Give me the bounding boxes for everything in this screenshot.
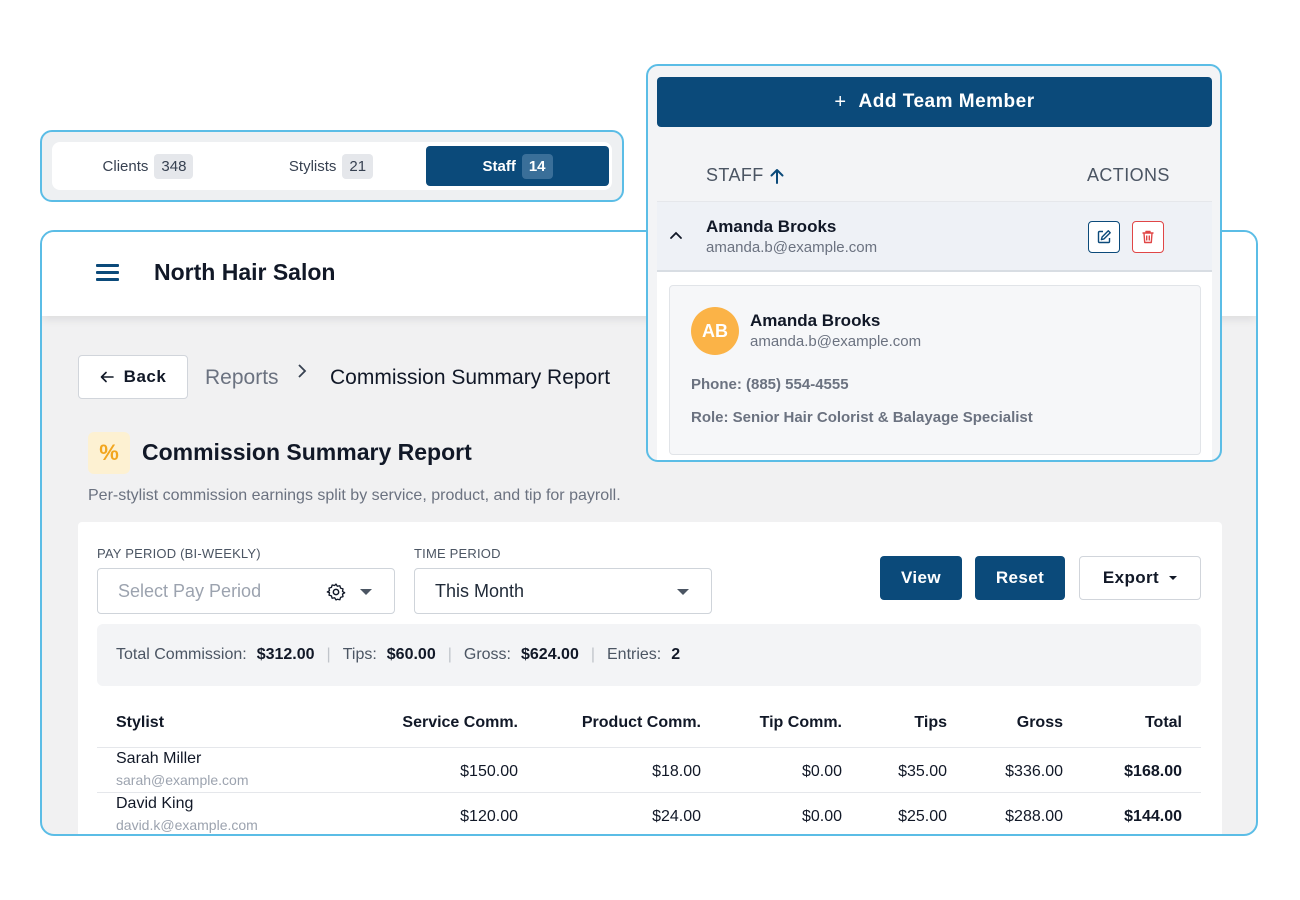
time-period-select[interactable]: This Month [414,568,712,614]
entity-tabs: Clients 348 Stylists 21 Staff 14 [52,142,612,190]
tab-label: Staff [482,157,516,175]
total: $144.00 [1124,808,1182,825]
back-button[interactable]: Back [78,355,188,399]
reset-button[interactable]: Reset [975,556,1065,600]
pay-period-select[interactable]: Select Pay Period [97,568,395,614]
col-staff-label: STAFF [706,165,764,185]
stylist-email: sarah@example.com [116,772,249,788]
tab-count-badge: 348 [154,153,194,179]
summary-total-commission: $312.00 [256,646,315,663]
staff-detail-card: AB Amanda Brooks amanda.b@example.com Ph… [669,285,1201,455]
gross: $288.00 [1005,808,1063,825]
staff-table: STAFF ACTIONS Amanda Brooks amanda.b@exa… [657,148,1212,460]
tab-staff[interactable]: Staff 14 [426,146,609,186]
caret-down-icon [1169,576,1178,580]
delete-button[interactable] [1132,221,1164,253]
service-comm: $120.00 [460,808,518,825]
chevron-right-icon [297,362,307,385]
team-panel: + Add Team Member STAFF ACTIONS Amanda B… [646,64,1222,462]
summary-bar: Total Commission: $312.00 | Tips: $60.00… [97,624,1201,686]
detail-phone: Phone: (885) 554-4555 [691,376,849,393]
summary-entries-label: Entries: [607,646,662,663]
entity-tabs-card: Clients 348 Stylists 21 Staff 14 [40,130,624,202]
table-row[interactable]: Sarah Miller sarah@example.com $150.00 $… [97,748,1201,793]
breadcrumb-current: Commission Summary Report [330,366,611,389]
edit-button[interactable] [1088,221,1120,253]
tips: $35.00 [898,763,947,780]
stylist-name: Sarah Miller [116,750,202,767]
tip-comm: $0.00 [801,808,842,825]
table-row[interactable]: David King david.k@example.com $120.00 $… [97,793,1201,834]
total: $168.00 [1124,763,1182,780]
col-tip-comm[interactable]: Tip Comm. [760,714,842,732]
percent-icon: % [88,432,130,474]
product-comm: $18.00 [652,763,701,780]
gross: $336.00 [1005,763,1063,780]
tip-comm: $0.00 [801,763,842,780]
table-header: Stylist Service Comm. Product Comm. Tip … [97,712,1201,748]
detail-role: Role: Senior Hair Colorist & Balayage Sp… [691,409,1033,426]
chevron-down-icon [677,589,689,595]
time-period-value: This Month [435,580,525,601]
summary-separator: | [447,646,452,663]
time-period-label: TIME PERIOD [414,546,501,561]
product-comm: $24.00 [652,808,701,825]
staff-name: Amanda Brooks [706,217,837,236]
view-button[interactable]: View [880,556,962,600]
arrow-up-icon [770,168,784,184]
summary-total-commission-label: Total Commission: [116,646,247,663]
export-label: Export [1102,568,1160,587]
summary-tips-label: Tips: [342,646,377,663]
tab-count-badge: 14 [521,153,553,179]
col-gross[interactable]: Gross [1017,714,1063,732]
page-description: Per-stylist commission earnings split by… [88,487,621,504]
add-team-member-button[interactable]: + Add Team Member [657,77,1212,127]
summary-separator: | [326,646,331,663]
col-tips[interactable]: Tips [914,714,947,732]
col-total[interactable]: Total [1145,714,1182,732]
chevron-up-icon[interactable] [669,228,683,242]
pay-period-placeholder: Select Pay Period [118,580,262,601]
export-button[interactable]: Export [1079,556,1201,600]
report-panel: PAY PERIOD (BI-WEEKLY) Select Pay Period… [78,522,1222,834]
summary-tips: $60.00 [386,646,436,663]
summary-entries: 2 [671,646,681,663]
summary-separator: | [590,646,595,663]
summary-gross: $624.00 [521,646,579,663]
plus-icon: + [834,90,847,113]
arrow-left-icon [100,371,114,383]
staff-row[interactable]: Amanda Brooks amanda.b@example.com [657,202,1212,272]
breadcrumb-reports-link[interactable]: Reports [205,366,279,390]
chevron-down-icon [360,589,372,595]
tips: $25.00 [898,808,947,825]
detail-email: amanda.b@example.com [750,333,922,350]
edit-icon [1097,230,1111,244]
tab-label: Clients [102,157,149,175]
col-staff-sort[interactable]: STAFF [706,165,786,186]
col-service-comm[interactable]: Service Comm. [402,714,518,732]
page-title: Commission Summary Report [142,439,472,465]
tab-count-badge: 21 [342,153,374,179]
staff-table-header: STAFF ACTIONS [657,148,1212,202]
avatar: AB [691,307,739,355]
stylist-email: david.k@example.com [116,817,258,833]
trash-icon [1142,230,1154,244]
stylist-name: David King [116,795,194,812]
app-title: North Hair Salon [154,259,336,285]
summary-gross-label: Gross: [463,646,511,663]
tab-label: Stylists [288,157,337,175]
detail-name: Amanda Brooks [750,311,881,330]
tab-stylists[interactable]: Stylists 21 [284,146,378,186]
menu-icon[interactable] [96,264,120,282]
col-stylist[interactable]: Stylist [116,714,164,732]
col-product-comm[interactable]: Product Comm. [582,714,701,732]
staff-email: amanda.b@example.com [706,239,878,256]
gear-icon[interactable] [326,582,346,602]
pay-period-label: PAY PERIOD (BI-WEEKLY) [97,546,261,561]
back-label: Back [123,367,167,386]
add-team-member-label: Add Team Member [858,91,1035,112]
tab-clients[interactable]: Clients 348 [98,146,198,186]
col-actions: ACTIONS [1087,165,1170,185]
service-comm: $150.00 [460,763,518,780]
